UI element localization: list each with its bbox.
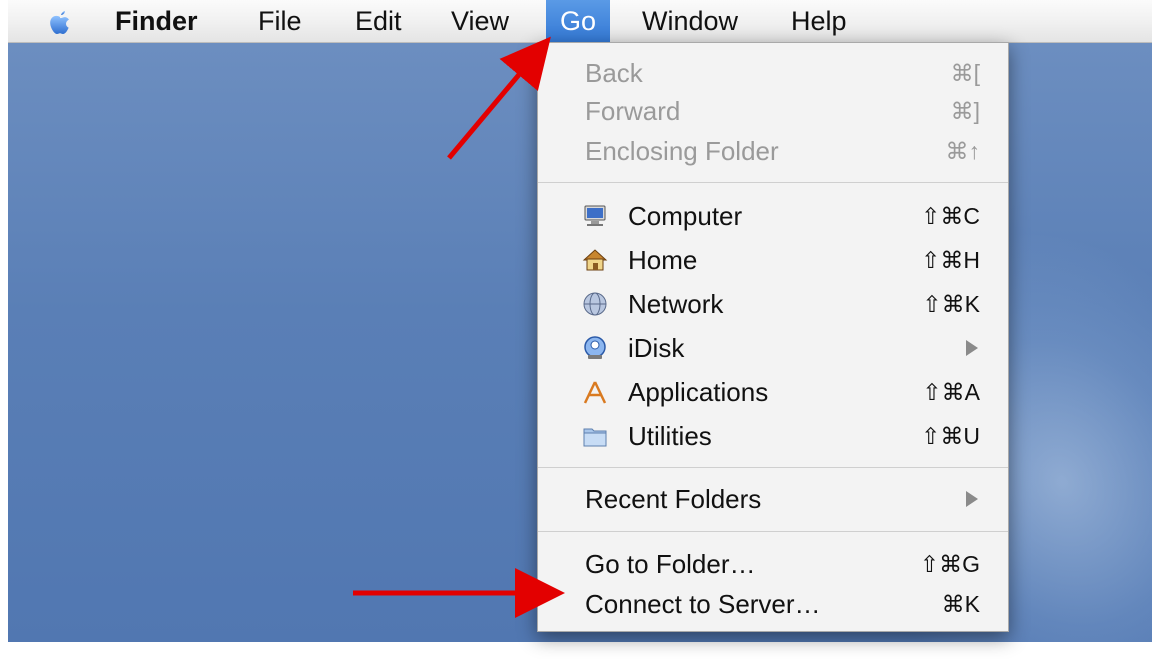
menu-item-shortcut: ⇧⌘G	[919, 551, 980, 577]
menu-item-label: iDisk	[628, 333, 685, 363]
submenu-arrow-icon	[966, 491, 978, 507]
menu-item-recent-folders[interactable]: Recent Folders	[538, 477, 1008, 521]
menu-item-connect-to-server[interactable]: Connect to Server… ⌘K	[538, 582, 1008, 626]
menu-item-label: Applications	[628, 377, 769, 407]
menu-item-shortcut: ⇧⌘A	[922, 379, 980, 405]
menu-item-label: Connect to Server…	[585, 589, 821, 619]
menu-item-label: Enclosing Folder	[585, 136, 779, 166]
menu-item-network[interactable]: Network ⇧⌘K	[538, 282, 1008, 326]
menu-item-label: Forward	[585, 96, 681, 126]
menu-item-label: Recent Folders	[585, 484, 762, 514]
menu-item-idisk[interactable]: iDisk	[538, 326, 1008, 370]
network-icon	[583, 292, 607, 316]
menu-item-go-to-folder[interactable]: Go to Folder… ⇧⌘G	[538, 542, 1008, 586]
menu-item-label: Go to Folder…	[585, 549, 756, 579]
menu-edit[interactable]: Edit	[355, 0, 402, 42]
menu-item-home[interactable]: Home ⇧⌘H	[538, 238, 1008, 282]
submenu-arrow-icon	[966, 340, 978, 356]
go-menu-dropdown: Back ⌘[ Forward ⌘] Enclosing Folder ⌘↑ C…	[537, 42, 1009, 632]
menu-item-computer[interactable]: Computer ⇧⌘C	[538, 194, 1008, 238]
menu-item-shortcut: ⇧⌘C	[921, 203, 980, 229]
menu-finder[interactable]: Finder	[115, 0, 198, 42]
menu-item-shortcut: ⇧⌘H	[921, 247, 980, 273]
home-icon	[582, 249, 608, 271]
idisk-icon	[584, 336, 606, 359]
menu-item-label: Home	[628, 245, 698, 275]
menu-item-shortcut: ⌘K	[941, 591, 980, 617]
menu-item-shortcut: ⌘]	[950, 98, 980, 124]
menu-file[interactable]: File	[258, 0, 302, 42]
menu-item-label: Utilities	[628, 421, 712, 451]
menu-item-enclosing-folder[interactable]: Enclosing Folder ⌘↑	[538, 129, 1008, 173]
menu-separator	[538, 531, 1008, 532]
menu-go[interactable]: Go	[546, 0, 611, 42]
menu-separator	[538, 182, 1008, 183]
menu-item-shortcut: ⌘↑	[945, 138, 981, 164]
menu-item-shortcut: ⇧⌘K	[922, 291, 980, 317]
apple-menu-icon[interactable]	[44, 9, 76, 37]
menu-help[interactable]: Help	[791, 0, 847, 42]
applications-icon	[583, 381, 607, 404]
menu-separator	[538, 467, 1008, 468]
menu-item-shortcut: ⇧⌘U	[921, 423, 980, 449]
menu-item-utilities[interactable]: Utilities ⇧⌘U	[538, 414, 1008, 458]
utilities-folder-icon	[583, 428, 607, 447]
menu-item-label: Network	[628, 289, 724, 319]
computer-icon	[584, 205, 606, 226]
menu-item-forward[interactable]: Forward ⌘]	[538, 89, 1008, 133]
menu-bar: Finder File Edit View Go Window Help	[8, 0, 1152, 43]
menu-view[interactable]: View	[451, 0, 509, 42]
menu-item-applications[interactable]: Applications ⇧⌘A	[538, 370, 1008, 414]
menu-window[interactable]: Window	[642, 0, 738, 42]
menu-item-label: Computer	[628, 201, 743, 231]
